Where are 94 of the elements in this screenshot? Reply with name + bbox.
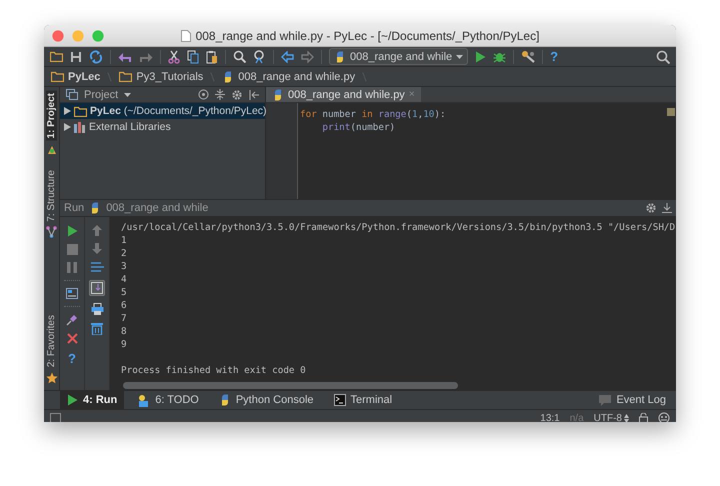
folder-icon bbox=[51, 71, 64, 82]
scissors-icon[interactable] bbox=[168, 50, 180, 64]
window-title: 008_range and while.py - PyLec - [~/Documents/_Python/PyLec] bbox=[196, 28, 540, 42]
layout-icon[interactable] bbox=[66, 288, 78, 299]
console-line: 2 bbox=[121, 247, 127, 260]
console-line: Process finished with exit code 0 bbox=[121, 364, 306, 377]
console-line: 9 bbox=[121, 338, 127, 351]
down-arrow-icon[interactable] bbox=[92, 243, 102, 254]
caret-icon bbox=[124, 92, 132, 96]
breadcrumb[interactable]: Py3_Tutorials bbox=[116, 70, 206, 82]
caret-icon bbox=[456, 54, 464, 58]
run-icon[interactable] bbox=[475, 50, 486, 62]
python-icon bbox=[272, 88, 284, 100]
back-arrow-icon[interactable] bbox=[281, 50, 294, 62]
side-tab[interactable]: 2: Favorites bbox=[46, 312, 57, 369]
todo-icon bbox=[137, 394, 150, 406]
help-button[interactable]: ? bbox=[550, 49, 558, 64]
code-line: for number in range(1,10): bbox=[300, 108, 446, 121]
folder-icon[interactable] bbox=[50, 51, 63, 62]
star-icon bbox=[46, 372, 58, 384]
window-control-icon[interactable] bbox=[52, 30, 64, 42]
breadcrumb[interactable]: 008_range and while.py bbox=[219, 70, 358, 82]
folder-icon bbox=[119, 71, 132, 82]
bug-icon[interactable] bbox=[493, 50, 506, 63]
python-icon bbox=[334, 50, 346, 62]
scrollbar[interactable] bbox=[123, 382, 458, 388]
tree-item[interactable]: PyLec (~/Documents/_Python/PyLec) bbox=[60, 103, 265, 119]
inspection-marker-icon bbox=[667, 108, 675, 116]
terminal-icon bbox=[334, 394, 346, 406]
editor-tab[interactable]: 008_range and while.py × bbox=[266, 87, 421, 102]
caret-position[interactable]: 13:1 bbox=[540, 412, 560, 422]
stop-icon[interactable] bbox=[66, 244, 78, 255]
console-line: 5 bbox=[121, 286, 127, 299]
replace-icon[interactable] bbox=[253, 50, 266, 64]
breadcrumb[interactable]: PyLec bbox=[48, 70, 104, 82]
encoding-selector[interactable]: UTF-8 bbox=[594, 412, 629, 422]
inspector-icon[interactable] bbox=[658, 412, 670, 422]
scroll-to-end-icon bbox=[91, 282, 103, 294]
document-icon bbox=[180, 30, 191, 42]
code-line: print(number) bbox=[321, 121, 396, 134]
collapse-icon[interactable] bbox=[215, 89, 225, 100]
event-log-button[interactable]: Event Log bbox=[599, 394, 676, 406]
gear-icon[interactable] bbox=[645, 202, 657, 214]
copy-icon[interactable] bbox=[187, 50, 199, 64]
soft-wrap-icon[interactable] bbox=[90, 261, 104, 273]
tree-item[interactable]: External Libraries bbox=[60, 119, 265, 135]
redo-icon[interactable] bbox=[139, 50, 153, 62]
side-tab[interactable]: 1: Project bbox=[46, 91, 57, 141]
panel-title[interactable]: Project bbox=[84, 88, 118, 100]
console-line: 7 bbox=[121, 312, 127, 325]
close-icon[interactable] bbox=[66, 333, 78, 344]
pause-icon[interactable] bbox=[67, 262, 77, 273]
sync-icon[interactable] bbox=[89, 50, 103, 64]
run-icon bbox=[67, 394, 78, 406]
console-line: 3 bbox=[121, 260, 127, 273]
layout-toggle-icon[interactable] bbox=[50, 412, 61, 422]
speech-bubble-icon bbox=[599, 394, 612, 406]
tool-window-tab[interactable]: Python Console bbox=[212, 391, 321, 409]
pin-icon[interactable] bbox=[66, 314, 78, 326]
paste-icon[interactable] bbox=[206, 50, 218, 64]
lock-icon[interactable] bbox=[639, 413, 648, 422]
console-line: 6 bbox=[121, 299, 127, 312]
panel-title: Run bbox=[64, 202, 84, 214]
scroll-to-end-button[interactable] bbox=[89, 280, 105, 296]
python-logo-icon bbox=[46, 144, 58, 156]
console-line: /usr/local/Cellar/python3/3.5.0/Frameworks/Python.framework/Versions/3.5/bin/python3.5 "/Users/SH/D bbox=[121, 221, 676, 234]
trash-icon[interactable] bbox=[91, 322, 103, 335]
tool-window-tab[interactable]: 4: Run bbox=[60, 391, 124, 409]
run-icon[interactable] bbox=[66, 225, 78, 237]
find-icon[interactable] bbox=[233, 50, 246, 63]
console-line: 1 bbox=[121, 234, 127, 247]
side-tab[interactable]: 7: Structure bbox=[46, 168, 57, 224]
gear-icon[interactable] bbox=[231, 88, 243, 100]
library-icon bbox=[74, 122, 86, 132]
tool-window-tab[interactable]: Terminal bbox=[326, 391, 400, 409]
project-view-icon bbox=[66, 89, 78, 100]
console-line: 4 bbox=[121, 273, 127, 286]
forward-arrow-icon[interactable] bbox=[301, 50, 314, 62]
up-arrow-icon[interactable] bbox=[92, 225, 102, 236]
hide-panel-icon[interactable] bbox=[249, 90, 259, 100]
tool-window-tab[interactable]: 6: TODO bbox=[130, 391, 206, 409]
target-icon[interactable] bbox=[198, 89, 209, 100]
folder-icon bbox=[74, 106, 87, 116]
help-button[interactable]: ? bbox=[68, 351, 76, 366]
undo-icon[interactable] bbox=[118, 50, 132, 62]
console-line: 8 bbox=[121, 325, 127, 338]
up-down-icon bbox=[624, 414, 629, 422]
search-icon[interactable] bbox=[656, 50, 670, 64]
run-config-name: 008_range and while bbox=[106, 202, 208, 214]
print-icon[interactable] bbox=[90, 303, 104, 315]
structure-icon bbox=[46, 226, 57, 238]
hide-panel-icon[interactable] bbox=[662, 203, 672, 213]
run-configuration-dropdown[interactable]: 008_range and while bbox=[329, 48, 468, 65]
line-separator: n/a bbox=[570, 412, 584, 422]
